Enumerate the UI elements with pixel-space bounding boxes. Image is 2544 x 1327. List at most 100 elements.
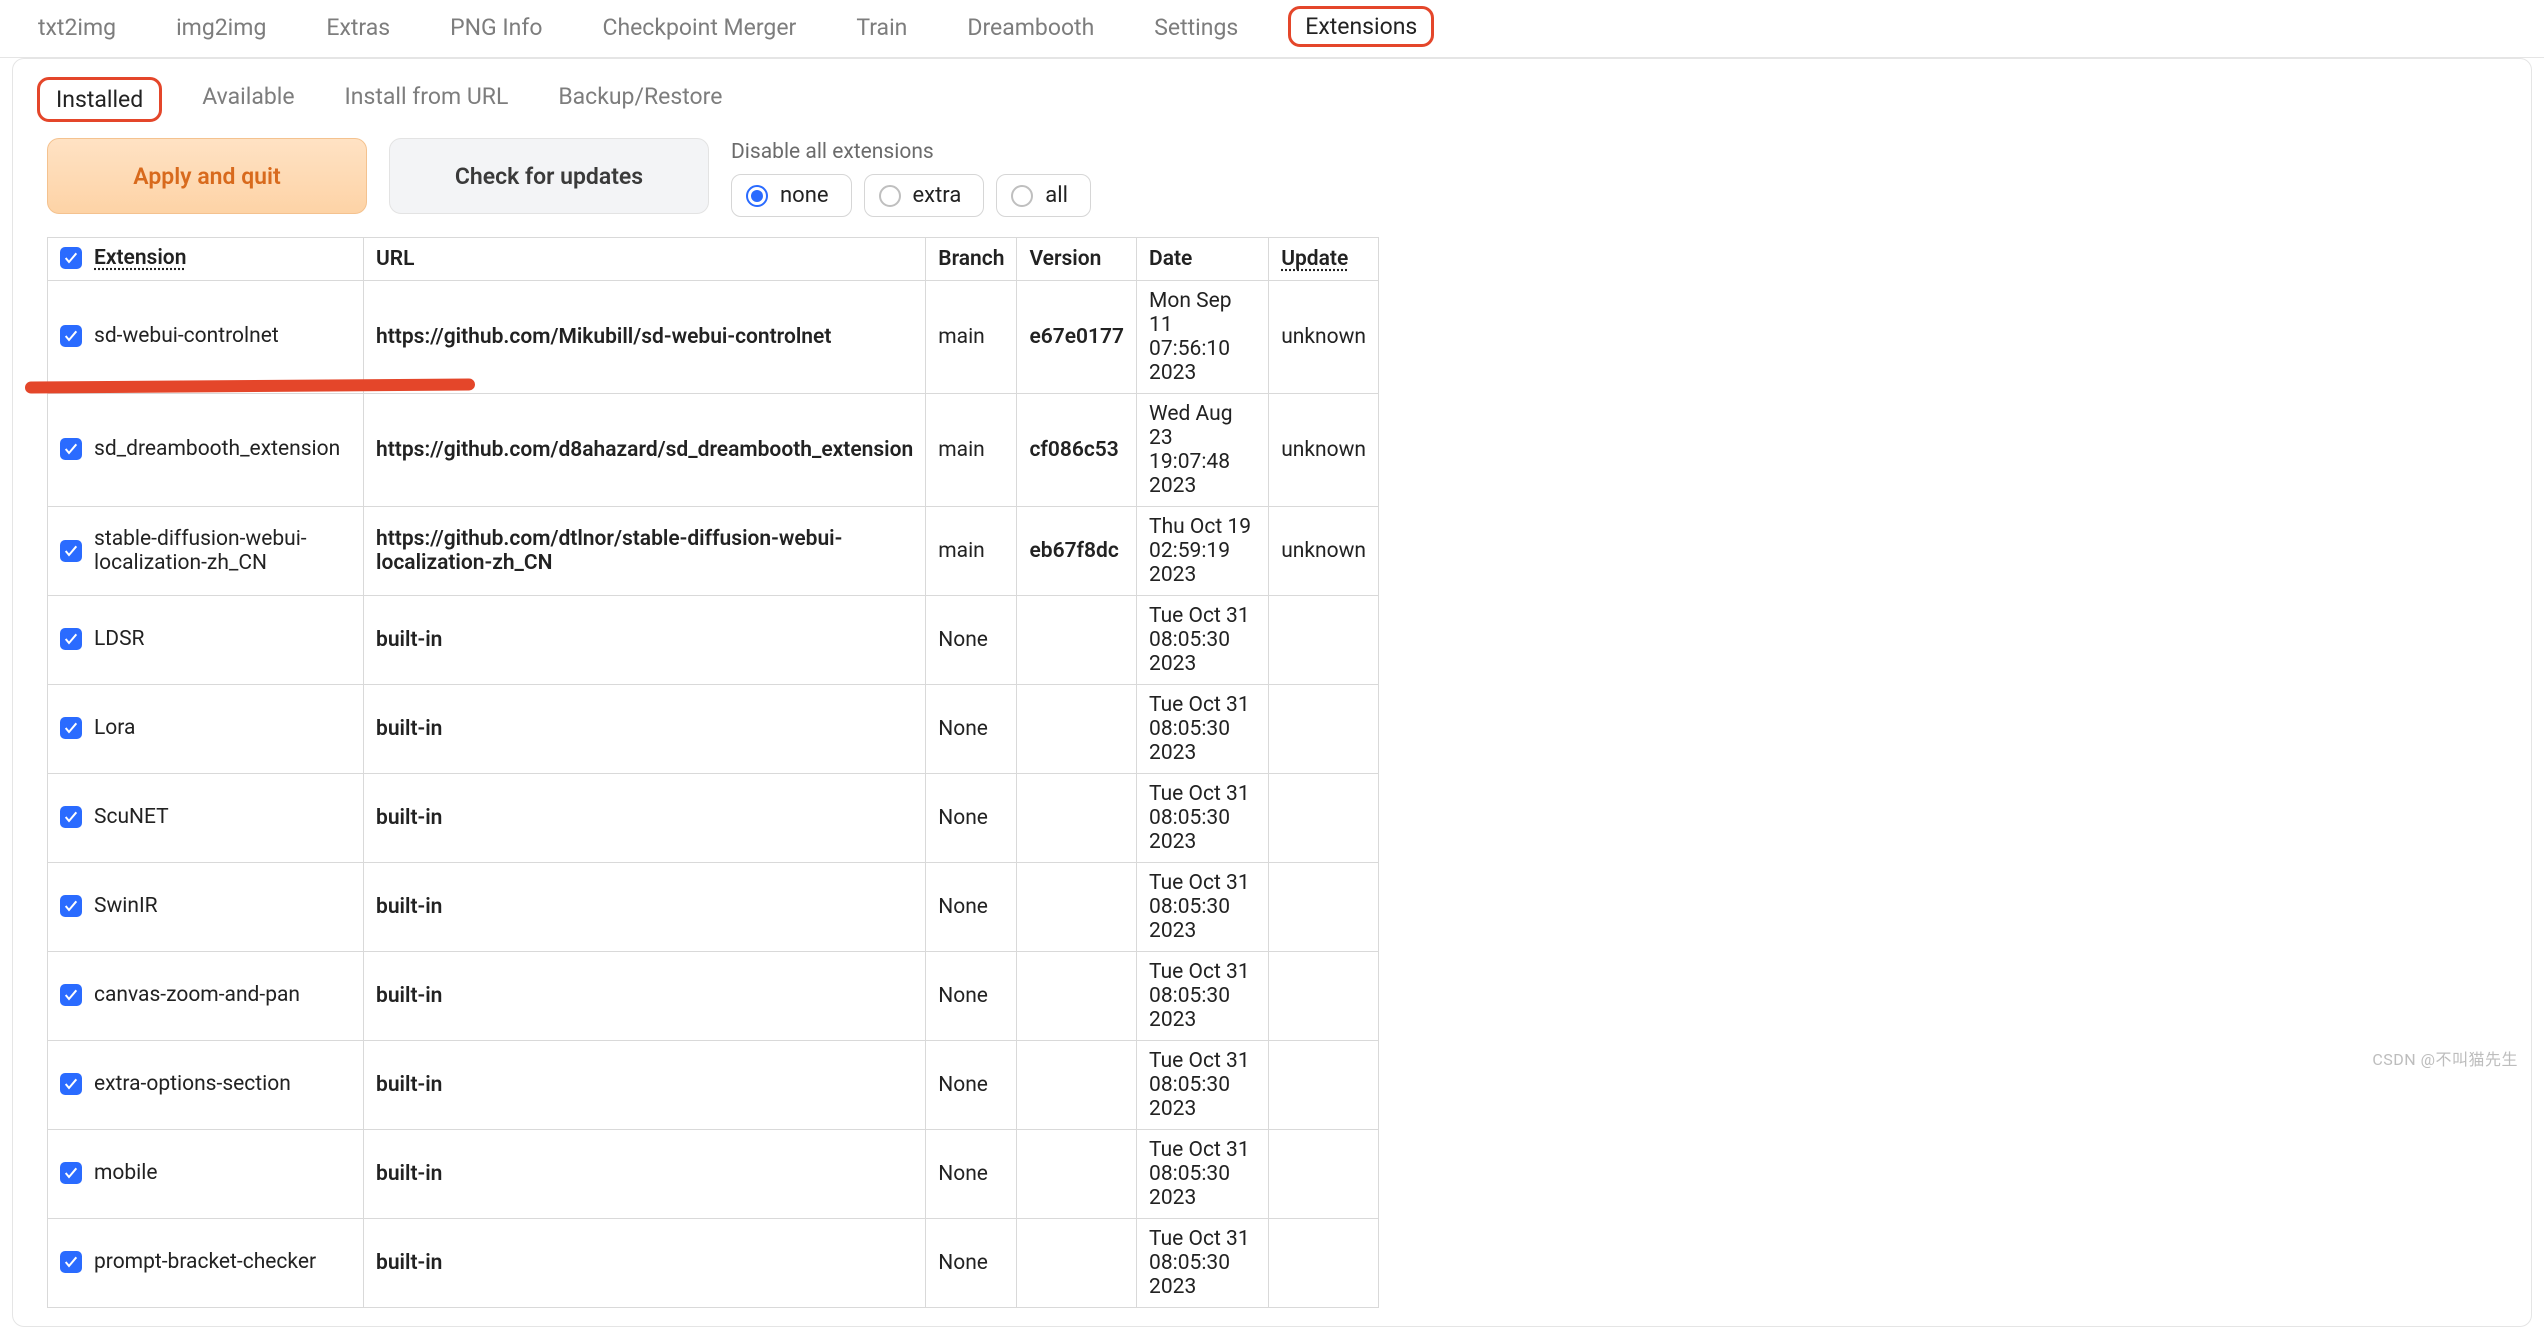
extension-name: extra-options-section	[94, 1072, 291, 1096]
subtab-installed[interactable]: Installed	[37, 77, 162, 122]
subtab-backup/restore[interactable]: Backup/Restore	[548, 77, 732, 122]
radio-all[interactable]: all	[996, 174, 1091, 217]
tab-settings[interactable]: Settings	[1144, 6, 1248, 57]
cell-update	[1269, 1130, 1379, 1219]
cell-extension: prompt-bracket-checker	[48, 1219, 364, 1308]
col-update: Update	[1269, 238, 1379, 281]
table-row: SwinIRbuilt-inNoneTue Oct 31 08:05:30 20…	[48, 863, 1379, 952]
cell-version	[1017, 685, 1137, 774]
cell-update	[1269, 1041, 1379, 1130]
radio-dot-icon	[879, 185, 901, 207]
cell-date: Tue Oct 31 08:05:30 2023	[1137, 774, 1269, 863]
cell-url: built-in	[364, 685, 926, 774]
table-header-row: Extension URL Branch Version Date Update	[48, 238, 1379, 281]
radio-label: none	[780, 183, 829, 208]
disable-all-label: Disable all extensions	[731, 140, 1091, 164]
table-row: Lorabuilt-inNoneTue Oct 31 08:05:30 2023	[48, 685, 1379, 774]
cell-branch: main	[926, 394, 1017, 507]
extensions-table: Extension URL Branch Version Date Update…	[47, 237, 1379, 1308]
cell-version	[1017, 863, 1137, 952]
table-row: sd_dreambooth_extension https://github.co…	[48, 394, 1379, 507]
tab-img2img[interactable]: img2img	[166, 6, 276, 57]
extensions-panel: Installed Available Install from URL Backup…	[12, 58, 2532, 1327]
cell-update: unknown	[1269, 281, 1379, 394]
cell-branch: None	[926, 952, 1017, 1041]
cell-update	[1269, 1219, 1379, 1308]
checkbox-icon[interactable]	[60, 806, 82, 828]
checkbox-icon[interactable]	[60, 540, 82, 562]
cell-version	[1017, 596, 1137, 685]
cell-date: Tue Oct 31 08:05:30 2023	[1137, 1219, 1269, 1308]
col-date: Date	[1137, 238, 1269, 281]
cell-update	[1269, 952, 1379, 1041]
table-row: prompt-bracket-checkerbuilt-inNoneTue Oc…	[48, 1219, 1379, 1308]
cell-date: Tue Oct 31 08:05:30 2023	[1137, 863, 1269, 952]
cell-extension: ScuNET	[48, 774, 364, 863]
col-extension[interactable]: Extension	[48, 238, 364, 281]
col-version: Version	[1017, 238, 1137, 281]
cell-branch: None	[926, 863, 1017, 952]
cell-url[interactable]: https://github.com/d8ahazard/sd_dreamboo…	[364, 394, 926, 507]
tab-train[interactable]: Train	[846, 6, 917, 57]
checkbox-icon[interactable]	[60, 895, 82, 917]
cell-version	[1017, 952, 1137, 1041]
checkbox-icon[interactable]	[60, 628, 82, 650]
radio-label: all	[1045, 183, 1068, 208]
cell-branch: main	[926, 281, 1017, 394]
cell-extension: stable-diffusion-webui-localization-zh_C…	[48, 507, 364, 596]
cell-version: cf086c53	[1017, 394, 1137, 507]
cell-url: built-in	[364, 596, 926, 685]
sub-tabs: Installed Available Install from URL Backup…	[13, 59, 2531, 122]
tab-dreambooth[interactable]: Dreambooth	[957, 6, 1104, 57]
extension-name: sd_dreambooth_extension	[94, 437, 340, 461]
cell-url: built-in	[364, 1041, 926, 1130]
radio-dot-icon	[1011, 185, 1033, 207]
apply-and-quit-button[interactable]: Apply and quit	[47, 138, 367, 214]
cell-url[interactable]: https://github.com/dtlnor/stable-diffusi…	[364, 507, 926, 596]
checkbox-icon[interactable]	[60, 1162, 82, 1184]
cell-date: Tue Oct 31 08:05:30 2023	[1137, 685, 1269, 774]
radio-label: extra	[913, 183, 962, 208]
col-branch: Branch	[926, 238, 1017, 281]
checkbox-icon[interactable]	[60, 984, 82, 1006]
checkbox-icon[interactable]	[60, 438, 82, 460]
tab-checkpoint-merger[interactable]: Checkpoint Merger	[592, 6, 806, 57]
cell-update	[1269, 863, 1379, 952]
checkbox-icon[interactable]	[60, 1073, 82, 1095]
radio-extra[interactable]: extra	[864, 174, 985, 217]
tab-extensions[interactable]: Extensions	[1288, 6, 1434, 47]
extension-name: LDSR	[94, 627, 145, 651]
cell-update: unknown	[1269, 394, 1379, 507]
checkbox-icon[interactable]	[60, 1251, 82, 1273]
cell-url: built-in	[364, 774, 926, 863]
cell-url[interactable]: https://github.com/Mikubill/sd-webui-con…	[364, 281, 926, 394]
cell-branch: main	[926, 507, 1017, 596]
extension-name: canvas-zoom-and-pan	[94, 983, 300, 1007]
radio-dot-icon	[746, 185, 768, 207]
cell-update	[1269, 774, 1379, 863]
checkbox-icon[interactable]	[60, 717, 82, 739]
tab-png-info[interactable]: PNG Info	[440, 6, 552, 57]
cell-extension: sd-webui-controlnet	[48, 281, 364, 394]
cell-date: Mon Sep 11 07:56:10 2023	[1137, 281, 1269, 394]
extension-name: prompt-bracket-checker	[94, 1250, 316, 1274]
cell-version: e67e0177	[1017, 281, 1137, 394]
subtab-install-from-url[interactable]: Install from URL	[335, 77, 519, 122]
cell-update	[1269, 596, 1379, 685]
cell-url: built-in	[364, 952, 926, 1041]
radio-none[interactable]: none	[731, 174, 852, 217]
tab-extras[interactable]: Extras	[316, 6, 400, 57]
cell-branch: None	[926, 596, 1017, 685]
cell-date: Tue Oct 31 08:05:30 2023	[1137, 1041, 1269, 1130]
checkbox-icon[interactable]	[60, 325, 82, 347]
apply-label: Apply and quit	[133, 163, 280, 190]
action-bar: Apply and quit Check for updates Disable…	[13, 128, 2531, 237]
check-for-updates-button[interactable]: Check for updates	[389, 138, 709, 214]
extension-name: stable-diffusion-webui-localization-zh_C…	[94, 527, 351, 575]
subtab-available[interactable]: Available	[192, 77, 304, 122]
checkbox-all-icon[interactable]	[60, 247, 82, 269]
disable-radio-group: none extra all	[731, 174, 1091, 217]
tab-txt2img[interactable]: txt2img	[28, 6, 126, 57]
cell-extension: mobile	[48, 1130, 364, 1219]
main-tabs: txt2img img2img Extras PNG Info Checkpoint M…	[0, 0, 2544, 58]
